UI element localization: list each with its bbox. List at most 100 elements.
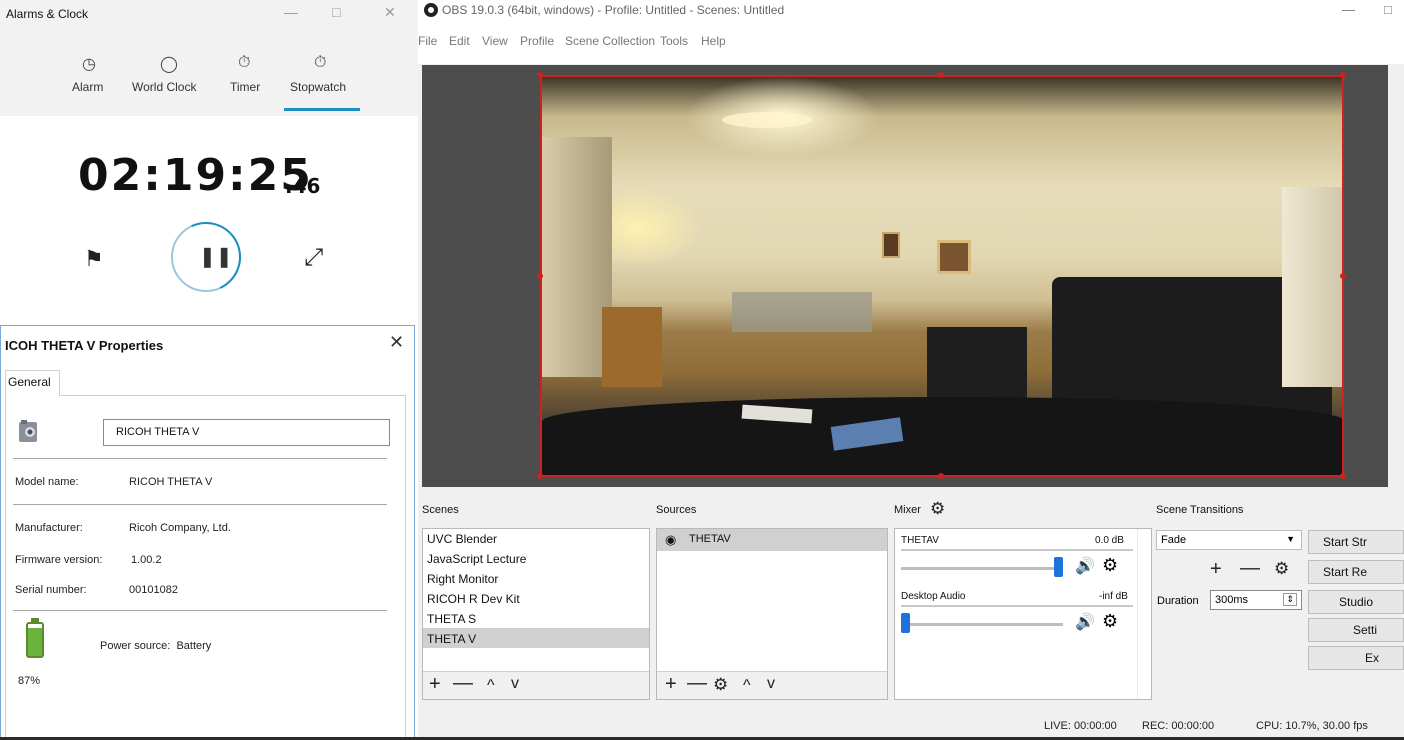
preview-desk-foreground [542,397,1342,475]
stopwatch-time: 02:19:25 [78,150,313,201]
obs-maximize-button[interactable]: □ [1384,2,1392,17]
firmware-value: 1.00.2 [131,554,162,566]
sources-list[interactable]: ◉ THETAV + — ⚙ ^ v [656,528,888,700]
speaker-icon[interactable]: 🔊 [1075,612,1095,632]
alarms-window-title: Alarms & Clock [6,7,89,21]
mixer-gear-icon[interactable]: ⚙ [930,499,945,519]
properties-title: ICOH THETA V Properties [5,338,164,353]
preview-table [732,292,872,332]
expand-icon[interactable]: ⤢ [304,244,323,272]
alarms-minimize-button[interactable]: — [284,4,298,20]
eye-icon[interactable]: ◉ [665,532,676,548]
scene-item[interactable]: RICOH R Dev Kit [427,592,520,606]
firmware-label: Firmware version: [15,554,103,566]
start-streaming-button[interactable]: Start Str [1308,530,1404,554]
volume-slider-knob[interactable] [1054,557,1063,577]
device-properties-dialog: ICOH THETA V Properties ✕ General RICOH … [0,325,415,740]
remove-transition-button[interactable]: — [1240,558,1260,578]
channel-gear-icon[interactable]: ⚙ [1102,611,1118,632]
move-scene-down-button[interactable]: v [511,676,519,692]
obs-window-title: OBS 19.0.3 (64bit, windows) - Profile: U… [442,3,785,17]
menu-file[interactable]: File [418,34,437,48]
scene-item[interactable]: UVC Blender [427,532,497,546]
scene-item[interactable]: Right Monitor [427,572,498,586]
resize-handle-tl[interactable] [537,72,543,78]
pause-icon[interactable]: ❚❚ [199,244,233,269]
tab-world-clock[interactable]: World Clock [132,80,196,94]
scenes-dock-title: Scenes [422,504,459,516]
move-scene-up-button[interactable]: ^ [487,678,495,694]
speaker-icon[interactable]: 🔊 [1075,556,1095,576]
settings-button[interactable]: Setti [1308,618,1404,642]
spin-arrows-icon[interactable]: ⇕ [1283,593,1297,606]
preview-source-image[interactable] [540,75,1344,477]
remove-source-button[interactable]: — [687,673,707,693]
menu-tools[interactable]: Tools [660,34,688,48]
source-item[interactable]: THETAV [689,533,731,545]
alarms-maximize-button[interactable]: □ [332,4,340,20]
volume-slider-track[interactable] [901,623,1063,626]
resize-handle-t[interactable] [938,72,944,78]
scene-item[interactable]: JavaScript Lecture [427,552,526,566]
duration-spinbox[interactable]: 300ms ⇕ [1210,590,1302,610]
menu-help[interactable]: Help [701,34,726,48]
separator [13,610,387,611]
resize-handle-b[interactable] [938,473,944,479]
resize-handle-l[interactable] [537,273,543,279]
separator [13,504,387,505]
resize-handle-br[interactable] [1340,473,1346,479]
mixer-scrollbar[interactable] [1137,529,1151,699]
volume-slider-knob[interactable] [901,613,910,633]
start-recording-button[interactable]: Start Re [1308,560,1404,584]
tab-general[interactable]: General [5,370,60,396]
audio-meter [901,605,1133,607]
channel-gear-icon[interactable]: ⚙ [1102,555,1118,576]
scene-item[interactable]: THETA S [427,612,476,626]
menu-edit[interactable]: Edit [449,34,470,48]
source-settings-gear-icon[interactable]: ⚙ [713,676,728,693]
scene-item-selected[interactable]: THETA V [427,632,476,646]
mixer-channel-name: Desktop Audio [901,591,966,602]
menu-profile[interactable]: Profile [520,34,554,48]
add-scene-button[interactable]: + [429,674,441,694]
transition-gear-icon[interactable]: ⚙ [1274,560,1289,577]
model-name-label: Model name: [15,476,79,488]
camera-icon [19,420,37,442]
add-source-button[interactable]: + [665,674,677,694]
obs-minimize-button[interactable]: — [1342,2,1355,17]
resize-handle-tr[interactable] [1340,72,1346,78]
device-name-field[interactable]: RICOH THETA V [103,419,390,446]
resize-handle-r[interactable] [1340,273,1346,279]
stopwatch-icon: ⏱ [314,54,327,71]
scenes-toolbar: + — ^ v [423,671,649,699]
exit-button[interactable]: Ex [1308,646,1404,670]
resize-handle-bl[interactable] [537,473,543,479]
rec-status: REC: 00:00:00 [1142,720,1215,732]
audio-meter [901,549,1133,551]
tab-stopwatch[interactable]: Stopwatch [290,80,346,94]
transition-select[interactable]: Fade ▼ [1156,530,1302,550]
sources-dock-title: Sources [656,504,697,516]
duration-label: Duration [1157,595,1199,607]
tab-alarm[interactable]: Alarm [72,80,103,94]
move-source-down-button[interactable]: v [767,676,775,692]
move-source-up-button[interactable]: ^ [743,678,751,694]
sources-toolbar: + — ⚙ ^ v [657,671,887,699]
power-source-label: Power source: [100,640,171,652]
properties-close-icon[interactable]: ✕ [389,332,404,353]
remove-scene-button[interactable]: — [453,673,473,693]
lap-flag-icon[interactable]: ⚑ [84,246,104,272]
mixer-channel-db: 0.0 dB [1095,535,1124,546]
studio-mode-button[interactable]: Studio [1308,590,1404,614]
obs-titlebar: OBS 19.0.3 (64bit, windows) - Profile: U… [418,0,1404,30]
alarms-close-button[interactable]: ✕ [384,4,396,21]
tab-timer[interactable]: Timer [230,80,260,94]
scenes-list[interactable]: UVC Blender JavaScript Lecture Right Mon… [422,528,650,700]
add-transition-button[interactable]: + [1210,559,1222,579]
volume-slider-track[interactable] [901,567,1063,570]
preview-canvas[interactable] [422,65,1388,487]
menu-view[interactable]: View [482,34,508,48]
obs-logo-icon [424,3,438,17]
serial-value: 00101082 [129,584,178,596]
menu-scene-collection[interactable]: Scene Collection [565,34,655,48]
